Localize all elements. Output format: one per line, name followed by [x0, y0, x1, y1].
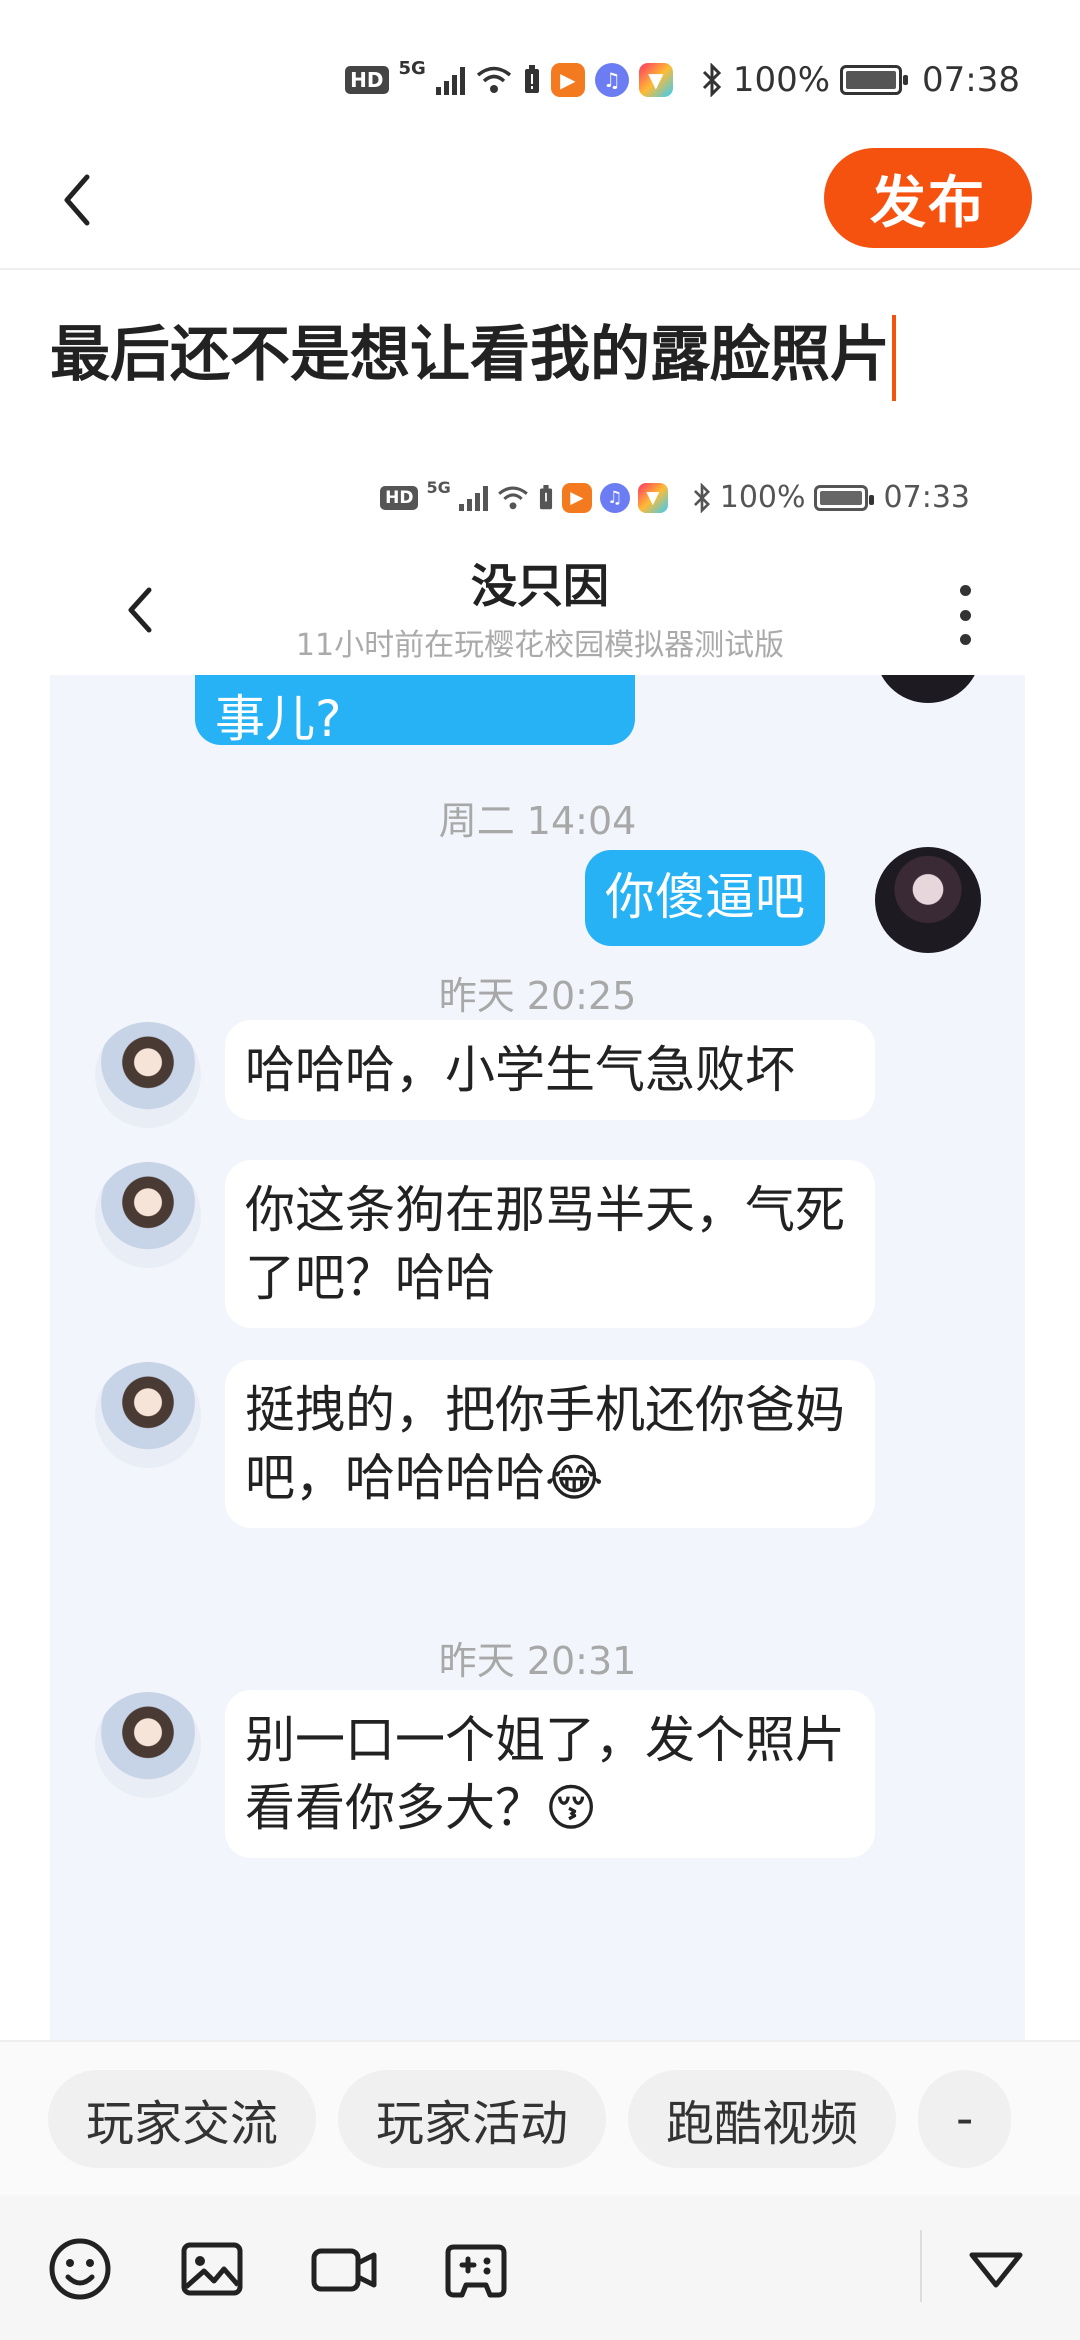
signal-icon	[458, 485, 488, 511]
video-icon[interactable]	[308, 2233, 380, 2305]
compose-toolbar	[0, 2195, 1080, 2340]
chat-contact-name: 没只因	[471, 559, 609, 613]
post-title-text: 最后还不是想让看我的露脸照片	[50, 320, 890, 390]
wifi-icon	[497, 486, 528, 509]
tag-parkour-videos[interactable]: 跑酷视频	[628, 2069, 897, 2168]
message-text: 哈哈哈，小学生气急败坏	[245, 1041, 795, 1099]
message-text: 挺拽的，把你手机还你爸妈吧，哈哈哈哈😂	[245, 1381, 845, 1507]
image-icon[interactable]	[176, 2233, 248, 2305]
attached-screenshot[interactable]: HD 5G ▶ ♫ ▼ 100% 07:33 没只因 11小时前在玩樱花校园模拟…	[0, 450, 1080, 2040]
network-type: 5G	[398, 57, 426, 79]
message-bubble-contact: 挺拽的，把你手机还你爸妈吧，哈哈哈哈😂	[225, 1360, 875, 1528]
publish-button[interactable]: 发布	[824, 148, 1032, 248]
my-avatar	[875, 675, 981, 703]
message-text: 你这条狗在那骂半天，气死了吧？哈哈	[245, 1181, 845, 1307]
tag-player-events[interactable]: 玩家活动	[338, 2069, 607, 2168]
music-icon: ♫	[599, 482, 630, 513]
chat-messages: 事儿? 周二 14:04 你傻逼吧 昨天 20:25 哈哈哈，小学生气急败坏 你…	[50, 675, 1025, 2040]
music-icon: ♫	[594, 63, 629, 97]
app-store-icon: ▼	[638, 63, 673, 97]
status-bar: HD 5G ▶ ♫ ▼ 100% 07:38	[0, 0, 1080, 140]
embedded-status-bar: HD 5G ▶ ♫ ▼ 100% 07:33	[380, 478, 970, 515]
message-timestamp: 昨天 20:25	[438, 974, 637, 1018]
toolbar-divider	[920, 2230, 922, 2302]
battery-icon	[840, 65, 909, 95]
battery-icon	[813, 484, 874, 511]
app-store-icon: ▼	[637, 482, 668, 513]
battery-alert-icon	[524, 65, 539, 93]
contact-avatar	[95, 1022, 201, 1128]
post-title-input[interactable]: 最后还不是想让看我的露脸照片	[50, 300, 1030, 410]
signal-icon	[435, 65, 465, 95]
message-text: 事儿?	[215, 690, 342, 748]
chevron-left-icon[interactable]	[45, 165, 115, 235]
message-text: 你傻逼吧	[605, 868, 805, 926]
chat-contact-status: 11小时前在玩樱花校园模拟器测试版	[295, 628, 785, 663]
message-timestamp: 昨天 20:31	[438, 1639, 637, 1683]
app-notification-icon: ▶	[550, 63, 585, 97]
editor-header: 发布	[0, 140, 1080, 270]
contact-avatar	[95, 1362, 201, 1468]
my-avatar	[875, 847, 981, 953]
wifi-icon	[476, 66, 511, 93]
message-bubble-mine: 事儿?	[195, 675, 635, 748]
more-icon	[958, 585, 972, 645]
clock: 07:38	[922, 60, 1020, 100]
message-text: 别一口一个姐了，发个照片看看你多大？😚	[245, 1711, 845, 1837]
contact-avatar	[95, 1692, 201, 1798]
bluetooth-icon	[702, 63, 721, 97]
collapse-icon[interactable]	[960, 2233, 1032, 2305]
app-notification-icon: ▶	[561, 482, 592, 513]
text-caret	[892, 315, 896, 402]
message-bubble-contact: 你这条狗在那骂半天，气死了吧？哈哈	[225, 1160, 875, 1328]
battery-percent: 100%	[719, 480, 806, 515]
bluetooth-icon	[693, 482, 710, 513]
hd-badge: HD	[380, 485, 419, 510]
hd-badge: HD	[345, 66, 389, 94]
network-type: 5G	[426, 478, 451, 497]
clock: 07:33	[883, 480, 970, 515]
message-bubble-contact: 哈哈哈，小学生气急败坏	[225, 1020, 875, 1120]
topic-tags: 玩家交流 玩家活动 跑酷视频 -	[0, 2040, 1080, 2195]
tag-player-exchange[interactable]: 玩家交流	[48, 2069, 317, 2168]
emoji-icon[interactable]	[44, 2233, 116, 2305]
message-timestamp: 周二 14:04	[438, 799, 637, 843]
message-bubble-mine: 你傻逼吧	[585, 850, 825, 946]
message-bubble-contact: 别一口一个姐了，发个照片看看你多大？😚	[225, 1690, 875, 1858]
tag-more[interactable]: -	[918, 2069, 1012, 2168]
contact-avatar	[95, 1162, 201, 1268]
battery-percent: 100%	[732, 60, 831, 100]
chat-header: 没只因 11小时前在玩樱花校园模拟器测试版	[0, 550, 1080, 663]
battery-alert-icon	[539, 484, 552, 509]
gamepad-icon[interactable]	[440, 2233, 512, 2305]
